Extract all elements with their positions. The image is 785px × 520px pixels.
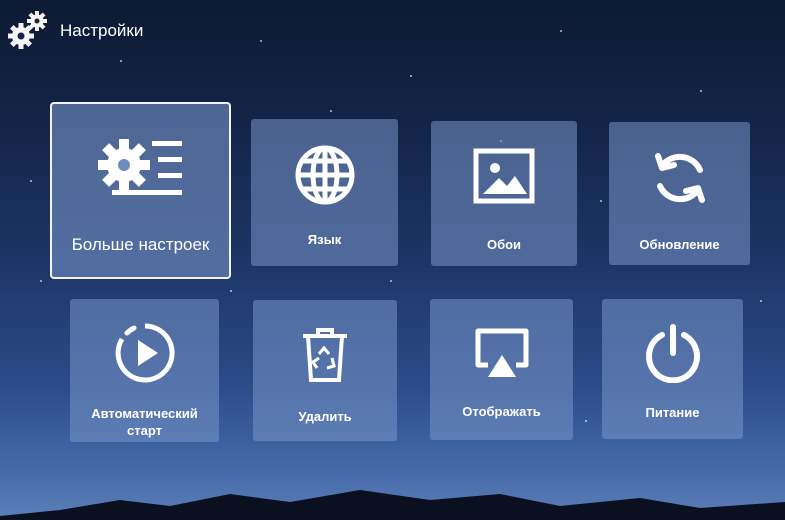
- tile-update[interactable]: Обновление: [609, 122, 750, 265]
- gears-icon: [6, 10, 48, 50]
- play-circle-icon: [114, 323, 176, 383]
- tile-label: Отображать: [462, 404, 541, 419]
- tile-label: Обновление: [639, 237, 720, 252]
- tile-more-settings[interactable]: Больше настроек: [50, 102, 231, 279]
- tile-label: Удалить: [298, 409, 352, 424]
- gear-list-icon: [97, 134, 184, 200]
- tile-display[interactable]: Отображать: [430, 299, 573, 440]
- tile-power[interactable]: Питание: [602, 299, 743, 439]
- globe-icon: [294, 145, 356, 205]
- tile-wallpaper[interactable]: Обои: [431, 121, 577, 266]
- tile-autostart[interactable]: Автоматический старт: [70, 299, 219, 442]
- tile-delete[interactable]: Удалить: [253, 300, 397, 441]
- app-header: Настройки: [6, 10, 143, 50]
- page-title: Настройки: [60, 21, 144, 40]
- tile-label: Автоматический старт: [91, 406, 198, 438]
- power-icon: [643, 323, 703, 383]
- airplay-icon: [472, 323, 532, 383]
- tile-language[interactable]: Язык: [251, 119, 398, 266]
- tile-label: Питание: [645, 405, 700, 420]
- tile-label: Язык: [307, 232, 342, 247]
- tile-label: Обои: [486, 237, 522, 252]
- image-icon: [473, 148, 535, 204]
- tile-label: Больше настроек: [71, 235, 210, 254]
- trash-recycle-icon: [299, 324, 351, 384]
- mountain-silhouette: [0, 490, 785, 520]
- refresh-icon: [650, 149, 710, 207]
